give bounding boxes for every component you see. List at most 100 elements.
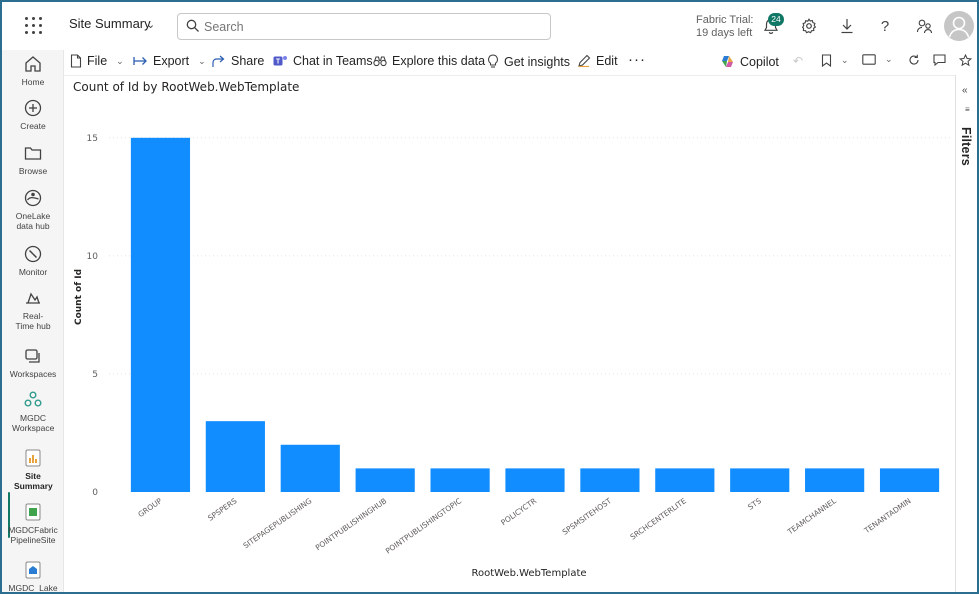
nav-workspaces[interactable]: Workspaces [2,346,64,379]
chevron-down-icon: ⌄ [885,54,893,64]
chevron-down-icon: ⌄ [116,55,124,66]
top-header: Site Summary ⌄ Fabric Trial: 19 days lef… [2,2,977,50]
report-toolbar: File ⌄ Export ⌄ Share T Chat in Teams Ex… [64,50,955,75]
nav-home[interactable]: Home [2,54,64,87]
view-button[interactable]: ⌄ [862,54,893,65]
copilot-label: Copilot [740,54,779,69]
lakehouse-icon [25,561,41,579]
nav-onelake[interactable]: OneLake data hub [2,188,64,231]
pipeline-icon [25,503,41,521]
user-avatar[interactable] [944,11,974,41]
bar[interactable] [205,421,265,492]
y-tick-label: 10 [87,252,99,262]
app-launcher-icon[interactable] [22,14,46,38]
bar[interactable] [505,468,565,492]
edit-button[interactable]: Edit [577,54,618,68]
nav-browse[interactable]: Browse [2,143,64,176]
bar[interactable] [879,468,940,492]
left-nav-rail: Home Create Browse OneLake data hub Moni… [2,50,64,593]
refresh-icon[interactable] [908,54,920,66]
bookmark-button[interactable]: ⌄ [821,54,849,67]
copilot-button[interactable]: Copilot [720,54,779,69]
search-input[interactable] [204,17,534,36]
edit-label: Edit [596,54,618,68]
y-axis-title: Count of Id [74,269,84,325]
nav-pipeline-site[interactable]: MGDCFabric PipelineSite [2,502,64,545]
gear-icon[interactable] [798,15,820,37]
nav-mgdc-workspace-label: MGDC Workspace [12,413,55,433]
file-label: File [87,54,108,68]
lightbulb-icon [488,54,498,68]
teams-icon: T [273,56,287,66]
chevron-down-icon: ⌄ [841,55,849,65]
nav-realtime-hub[interactable]: Real-Time hub [2,288,64,331]
bar[interactable] [355,468,415,492]
trial-label: Fabric Trial: [696,14,754,26]
help-icon[interactable]: ? [874,15,896,37]
share-button[interactable]: Share [212,54,264,68]
nav-home-label: Home [21,77,45,87]
x-tick-label: STS [746,496,763,512]
x-tick-label: SPSMSITEHOST [561,496,614,537]
share-icon [212,55,225,67]
explore-data-label: Explore this data [392,54,486,68]
bar-chart[interactable]: 051015GROUP SPSPERS SITEPAGEPUBLISHING POIN… [64,76,955,594]
file-menu-button[interactable]: File ⌄ [70,54,124,68]
nav-site-summary[interactable]: Site Summary [2,448,64,491]
x-tick-label: POINTPUBLISHINGHUB [314,496,389,552]
pencil-icon [578,54,591,68]
nav-mgdc-workspace[interactable]: MGDC Workspace [2,390,64,433]
undo-icon[interactable]: ↶ [793,54,803,68]
favorite-star-icon[interactable] [959,54,972,67]
share-people-icon[interactable] [913,15,935,37]
nav-workspaces-label: Workspaces [9,369,57,379]
chevron-down-icon[interactable]: ⌄ [146,18,155,31]
export-menu-button[interactable]: Export ⌄ [133,54,206,68]
nav-create[interactable]: Create [2,98,64,131]
get-insights-button[interactable]: Get insights [487,54,570,69]
filter-icon: ≡ [965,105,970,114]
filters-pane[interactable]: « ≡ Filters [955,75,977,592]
nav-browse-label: Browse [18,166,48,176]
nav-monitor[interactable]: Monitor [2,244,64,277]
monitor-icon [24,245,42,263]
nav-create-label: Create [20,121,46,131]
bar[interactable] [655,468,715,492]
nav-mgdc-lake-label: MGDC_Lake [8,583,58,593]
bar[interactable] [730,468,790,492]
explore-data-button[interactable]: Explore this data [373,54,485,68]
chat-in-teams-button[interactable]: T Chat in Teams [273,54,373,68]
nav-monitor-label: Monitor [18,267,48,277]
bar[interactable] [805,468,865,492]
chevron-down-icon: ⌄ [198,55,206,66]
trial-status[interactable]: Fabric Trial: 19 days left [696,14,753,40]
nav-onelake-label: OneLake data hub [15,211,51,231]
export-label: Export [153,54,190,68]
collapse-chevron-icon[interactable]: « [962,85,968,96]
nav-pipeline-site-label: MGDCFabric PipelineSite [8,525,58,545]
trial-days-left: 19 days left [696,27,753,39]
search-box[interactable] [177,13,551,40]
comment-icon[interactable] [933,54,946,66]
svg-text:T: T [276,59,281,66]
download-icon[interactable] [836,15,858,37]
x-tick-label: POINTPUBLISHINGTOPIC [384,496,463,555]
x-tick-label: TEAMCHANNEL [785,496,838,537]
report-title[interactable]: Site Summary [69,16,151,31]
copilot-icon [722,56,733,67]
bar[interactable] [580,468,640,492]
bar[interactable] [280,444,340,492]
bar[interactable] [430,468,490,492]
bar[interactable] [130,137,191,492]
y-tick-label: 15 [87,134,98,144]
chat-in-teams-label: Chat in Teams [293,54,373,68]
nav-mgdc-lake[interactable]: MGDC_Lake [2,560,64,593]
workspace-icon [24,391,42,407]
more-options-button[interactable]: ··· [628,51,646,68]
y-tick-label: 0 [92,488,98,498]
view-icon [862,54,876,65]
x-tick-label: POLICYCTR [499,496,538,527]
export-icon [133,57,147,65]
folder-icon [24,147,42,160]
share-label: Share [231,54,265,68]
